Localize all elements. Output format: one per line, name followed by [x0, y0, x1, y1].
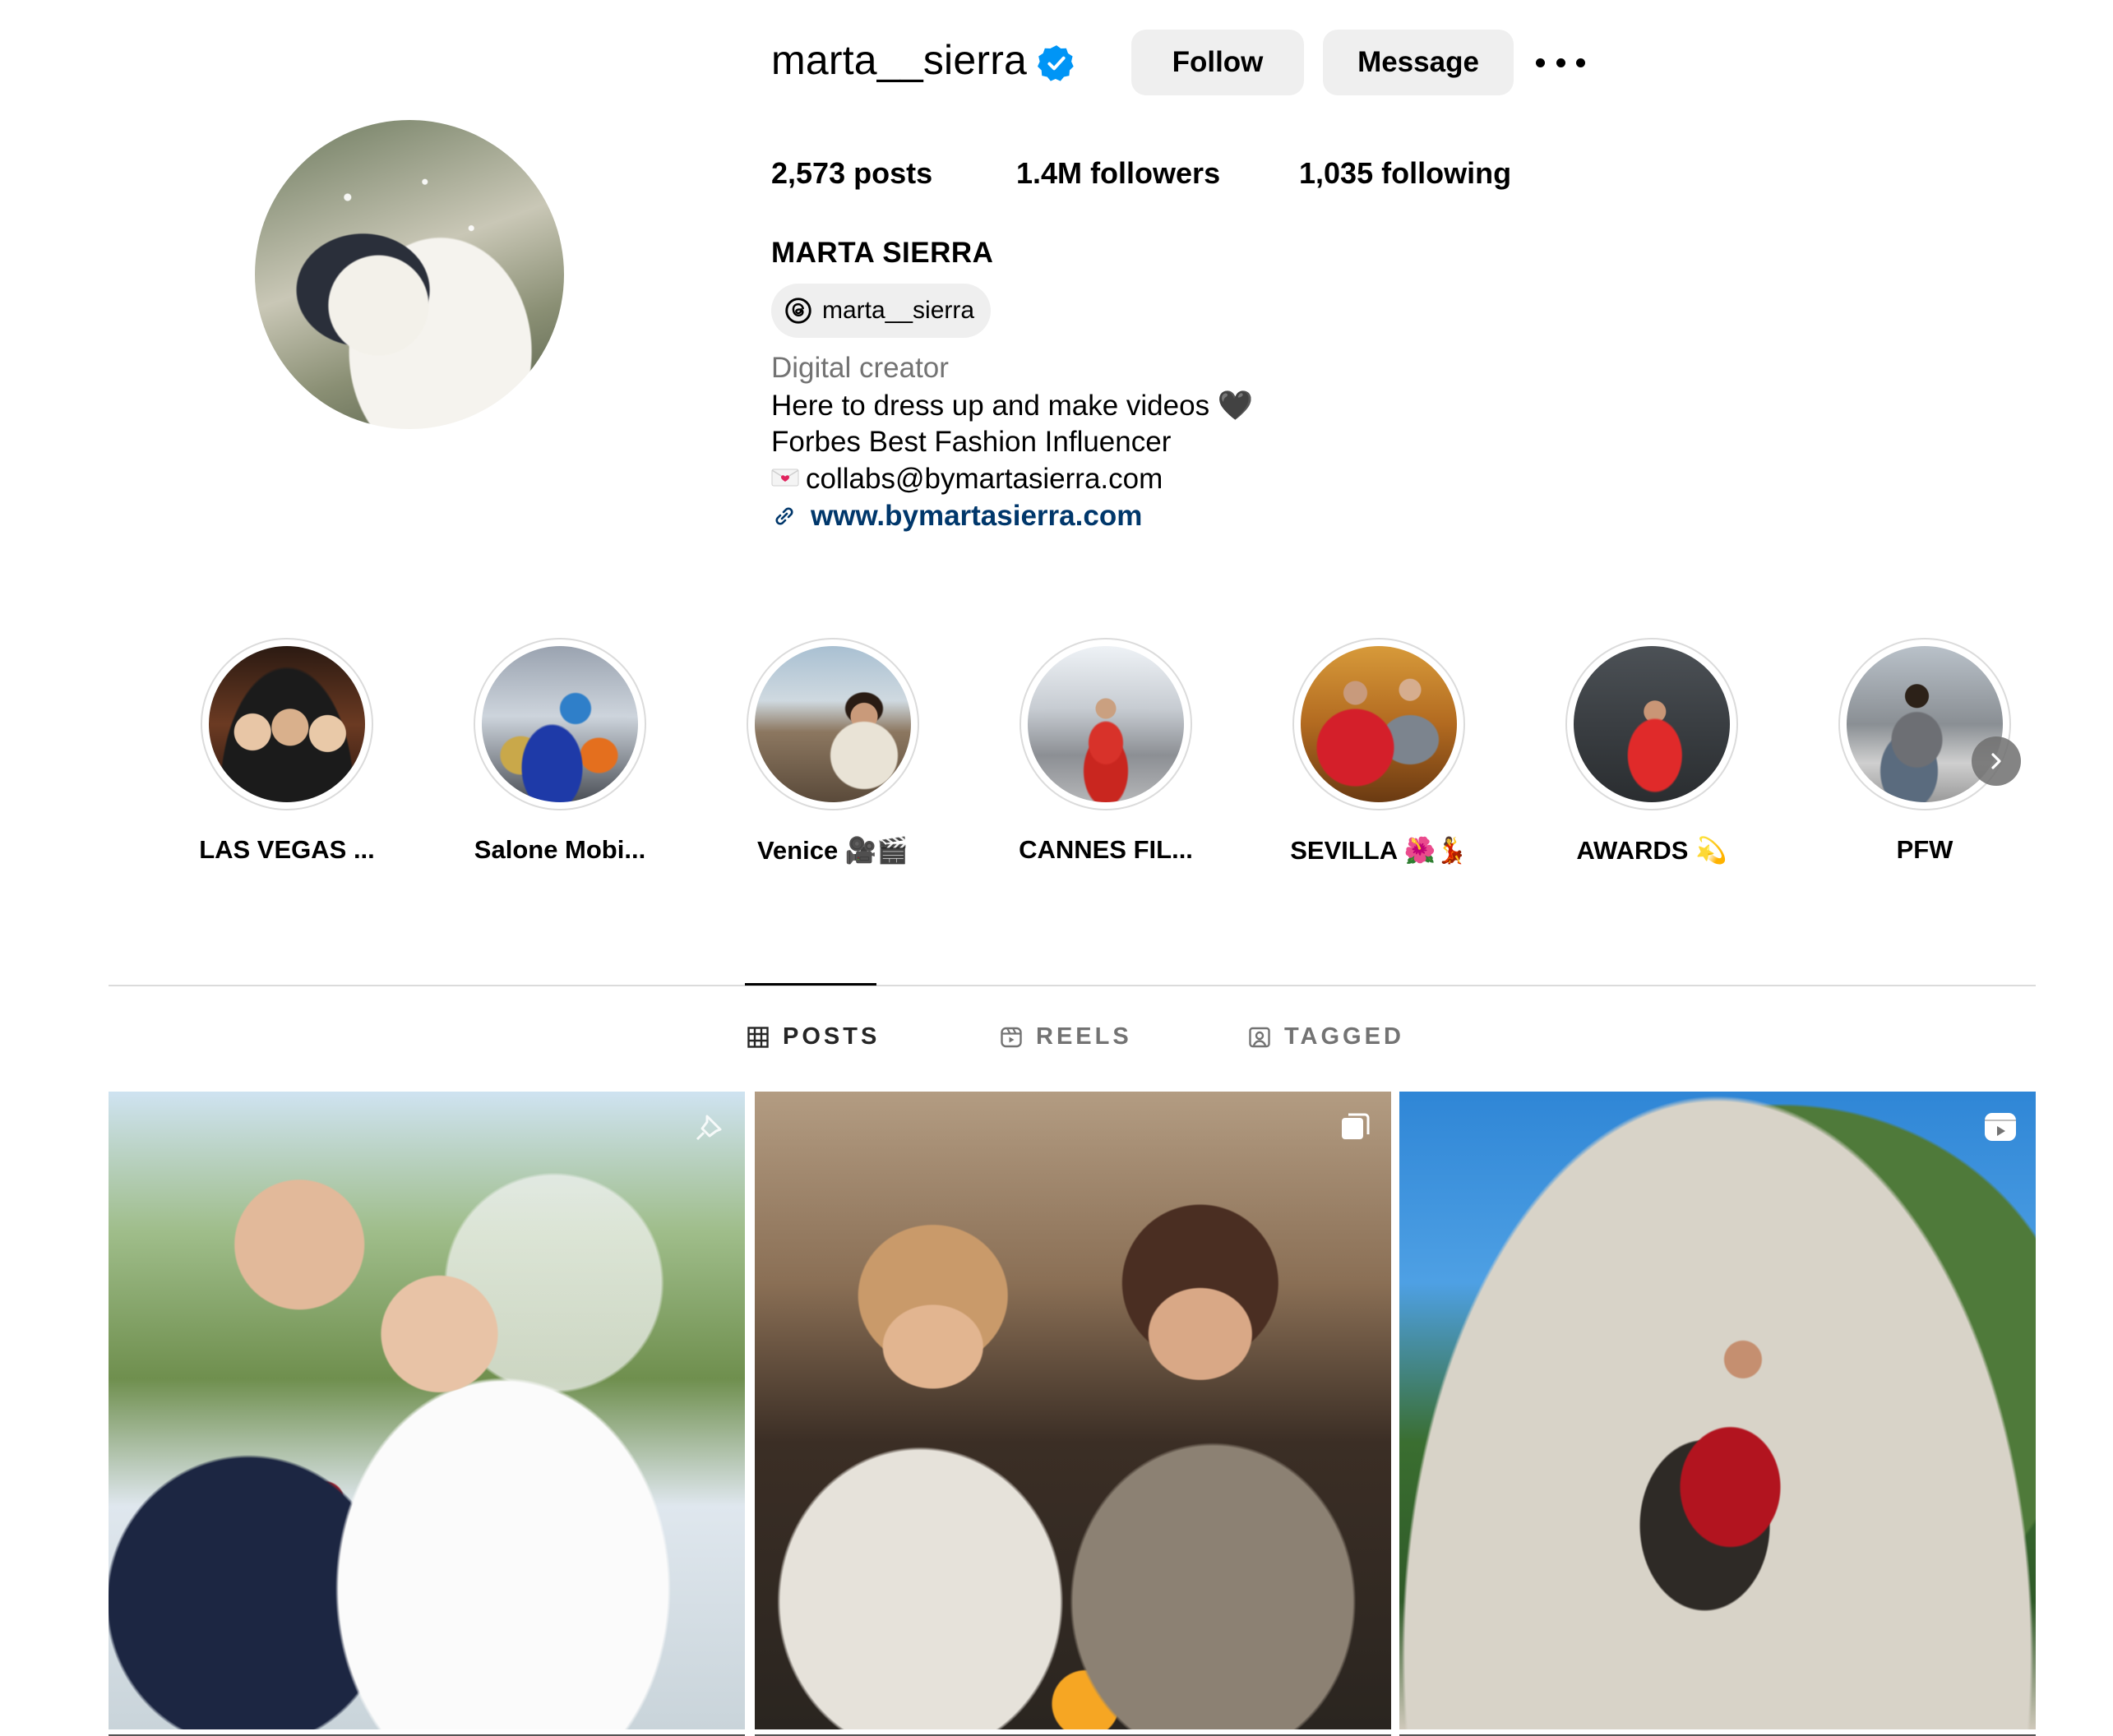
bio-website-text: www.bymartasierra.com — [811, 500, 1143, 532]
chevron-right-icon — [1991, 753, 2001, 769]
highlight-label: Venice 🎥🎬 — [756, 836, 909, 865]
tab-tagged[interactable]: TAGGED — [1248, 1023, 1404, 1050]
threads-badge[interactable]: marta__sierra — [771, 284, 992, 338]
tab-label: REELS — [1036, 1023, 1132, 1050]
highlight-thumbnail — [482, 646, 638, 802]
grid-icon — [747, 1026, 769, 1048]
tab-label: POSTS — [783, 1023, 881, 1050]
follow-button[interactable]: Follow — [1131, 30, 1304, 95]
tab-label: TAGGED — [1284, 1023, 1404, 1050]
verified-badge-icon — [1038, 45, 1074, 81]
profile-username: marta__sierra — [771, 37, 1028, 83]
followers-count[interactable]: 1.4M followers — [1016, 156, 1220, 191]
reels-icon — [1001, 1027, 1022, 1047]
highlight-label: Salone Mobi... — [474, 835, 646, 864]
bio-email: collabs@bymartasierra.com — [806, 463, 1163, 495]
active-tab-indicator — [745, 983, 876, 986]
bio-category: Digital creator — [771, 352, 949, 384]
highlight-label: PFW — [1896, 835, 1953, 864]
highlight-thumbnail — [1301, 646, 1457, 802]
bio-email-line: collabs@bymartasierra.com — [771, 463, 1163, 496]
highlights-next-button[interactable] — [1972, 736, 2021, 786]
bio-line: Here to dress up and make videos 🖤 — [771, 390, 1254, 422]
highlight-sevilla[interactable] — [1292, 638, 1465, 810]
tab-posts[interactable]: POSTS — [747, 1023, 880, 1050]
tagged-icon — [1249, 1027, 1270, 1047]
carousel-icon — [1342, 1113, 1370, 1139]
followers-count-value: 1.4M — [1016, 156, 1083, 190]
link-icon — [775, 507, 793, 525]
post-tile[interactable] — [109, 1092, 745, 1729]
highlight-thumbnail — [1028, 646, 1184, 802]
threads-icon — [785, 298, 811, 324]
tabs-divider — [109, 985, 2036, 986]
profile-full-name: MARTA SIERRA — [771, 237, 994, 269]
highlight-label: AWARDS 💫 — [1576, 836, 1727, 865]
highlight-venice[interactable] — [747, 638, 919, 810]
posts-count-value: 2,573 — [771, 156, 846, 190]
highlight-thumbnail — [209, 646, 365, 802]
bio-website-link[interactable]: www.bymartasierra.com — [771, 500, 1142, 533]
highlight-pfw[interactable] — [1838, 638, 2011, 810]
highlight-cannes[interactable] — [1020, 638, 1192, 810]
bio-line: Forbes Best Fashion Influencer — [771, 426, 1172, 458]
posts-count: 2,573 posts — [771, 156, 932, 191]
following-count-label: following — [1381, 156, 1512, 190]
post-tile[interactable] — [755, 1092, 1391, 1729]
following-count[interactable]: 1,035 following — [1299, 156, 1511, 191]
pin-icon — [696, 1115, 722, 1141]
highlight-salone[interactable] — [474, 638, 646, 810]
posts-count-label: posts — [853, 156, 933, 190]
reel-icon — [1985, 1113, 2016, 1141]
following-count-value: 1,035 — [1299, 156, 1374, 190]
message-button[interactable]: Message — [1323, 30, 1514, 95]
highlight-las-vegas[interactable] — [201, 638, 373, 810]
highlight-label: SEVILLA 🌺💃 — [1290, 836, 1468, 865]
post-tile[interactable] — [1399, 1092, 2036, 1729]
threads-handle: marta__sierra — [822, 297, 975, 324]
more-options-icon[interactable] — [1536, 46, 1585, 79]
highlight-thumbnail — [755, 646, 911, 802]
highlight-thumbnail — [1574, 646, 1730, 802]
tab-reels[interactable]: REELS — [1000, 1023, 1132, 1050]
profile-avatar[interactable] — [255, 120, 564, 429]
highlight-label: LAS VEGAS ... — [199, 835, 375, 864]
followers-count-label: followers — [1090, 156, 1221, 190]
love-letter-icon — [771, 469, 799, 487]
highlight-label: CANNES FIL... — [1019, 835, 1193, 864]
highlight-awards[interactable] — [1565, 638, 1738, 810]
